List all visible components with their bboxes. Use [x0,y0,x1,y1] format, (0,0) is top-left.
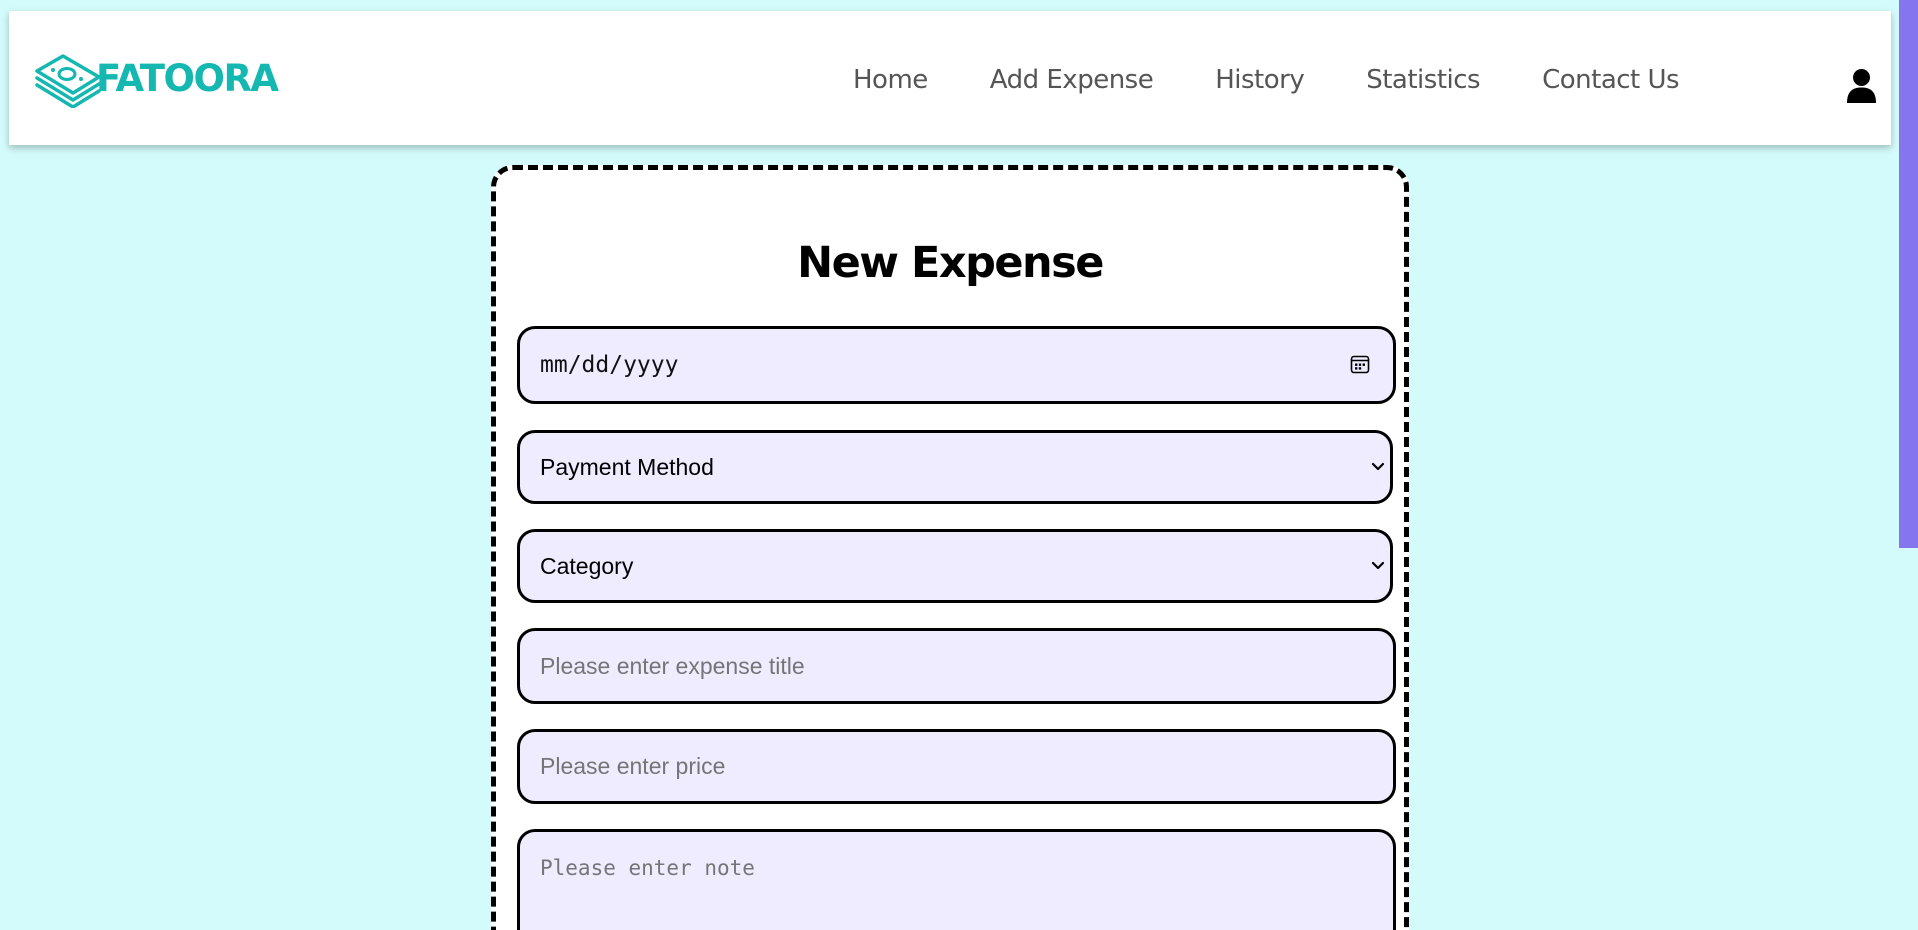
category-value: Category [540,552,634,579]
page: FATOORA Home Add Expense History Statist… [0,0,1918,930]
price-input[interactable]: Please enter price [517,729,1396,804]
date-placeholder: mm/dd/yyyy [540,352,679,378]
date-input[interactable]: mm/dd/yyyy [517,326,1396,404]
nav-add-expense[interactable]: Add Expense [990,67,1154,93]
note-textarea[interactable]: Please enter note [517,829,1396,930]
category-select[interactable]: Category [517,529,1393,603]
new-expense-card: New Expense mm/dd/yyyy Payment Method Ca… [491,165,1409,930]
main-nav: Home Add Expense History Statistics Cont… [853,67,1741,93]
money-stack-icon [35,54,101,108]
payment-method-select[interactable]: Payment Method [517,430,1393,504]
nav-home[interactable]: Home [853,67,928,93]
expense-title-placeholder: Please enter expense title [540,652,805,679]
chevron-down-icon [1371,462,1385,471]
payment-method-value: Payment Method [540,453,714,480]
calendar-icon[interactable] [1350,354,1370,374]
nav-statistics[interactable]: Statistics [1366,67,1480,93]
nav-history[interactable]: History [1215,67,1305,93]
chevron-down-icon [1371,561,1385,570]
brand-logo[interactable]: FATOORA [33,48,279,108]
price-placeholder: Please enter price [540,753,726,779]
form-title: New Expense [797,238,1104,288]
user-icon[interactable] [1847,69,1876,103]
expense-title-input[interactable]: Please enter expense title [517,628,1396,704]
scrollbar[interactable] [1899,0,1918,548]
brand-name: FATOORA [96,56,279,100]
navbar: FATOORA Home Add Expense History Statist… [9,11,1891,145]
nav-contact-us[interactable]: Contact Us [1542,67,1680,93]
note-placeholder: Please enter note [540,856,755,880]
